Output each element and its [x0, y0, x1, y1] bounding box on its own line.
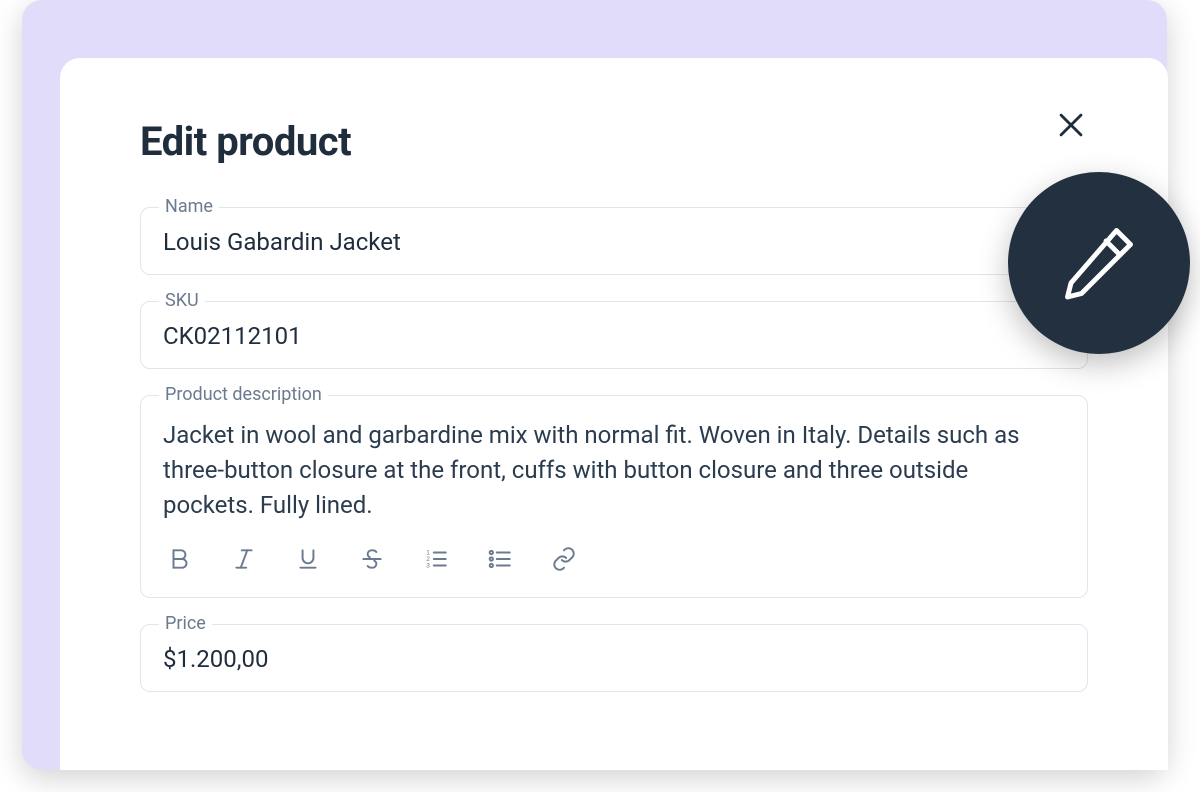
strikethrough-button[interactable] [355, 542, 389, 579]
strikethrough-icon [359, 546, 385, 575]
price-field: Price [140, 624, 1088, 692]
unordered-list-icon [487, 546, 513, 575]
sku-input[interactable] [141, 302, 1087, 368]
dialog-header: Edit product [140, 118, 1088, 165]
rich-text-toolbar: 123 [141, 532, 1087, 597]
svg-text:3: 3 [426, 563, 430, 570]
underline-button[interactable] [291, 542, 325, 579]
dialog-title: Edit product [140, 118, 351, 165]
italic-button[interactable] [227, 542, 261, 579]
link-icon [551, 546, 577, 575]
pencil-icon [1057, 220, 1141, 307]
edit-fab-button[interactable] [1008, 172, 1190, 354]
description-label: Product description [159, 384, 328, 405]
close-icon [1054, 130, 1088, 145]
sku-label: SKU [159, 290, 205, 311]
price-input[interactable] [141, 625, 1087, 691]
bold-button[interactable] [163, 542, 197, 579]
description-input[interactable]: Jacket in wool and garbardine mix with n… [141, 396, 1087, 532]
sku-field: SKU [140, 301, 1088, 369]
link-button[interactable] [547, 542, 581, 579]
ordered-list-button[interactable]: 123 [419, 542, 453, 579]
name-label: Name [159, 196, 219, 217]
edit-product-dialog: Edit product Name SKU Product descriptio… [60, 58, 1168, 770]
close-button[interactable] [1054, 108, 1088, 145]
ordered-list-icon: 123 [423, 546, 449, 575]
description-field: Product description Jacket in wool and g… [140, 395, 1088, 598]
bold-icon [167, 546, 193, 575]
price-label: Price [159, 613, 212, 634]
italic-icon [231, 546, 257, 575]
unordered-list-button[interactable] [483, 542, 517, 579]
name-field: Name [140, 207, 1088, 275]
name-input[interactable] [141, 208, 1087, 274]
underline-icon [295, 546, 321, 575]
